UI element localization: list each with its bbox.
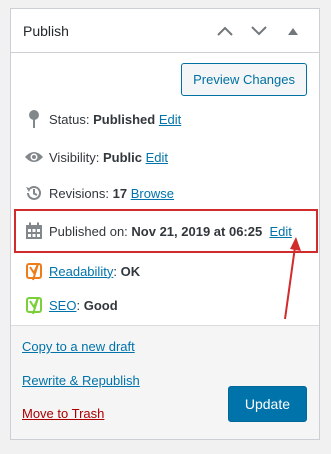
chevron-up-icon <box>217 26 233 36</box>
update-button[interactable]: Update <box>227 386 307 422</box>
move-up-button[interactable] <box>211 17 239 45</box>
yoast-icon <box>23 294 45 316</box>
eye-icon <box>23 146 45 168</box>
published-on-date: Nov 21, 2019 at 06:25 <box>131 223 263 239</box>
readability-score: OK <box>120 263 141 279</box>
preview-changes-button[interactable]: Preview Changes <box>181 63 307 96</box>
readability-row: Readability: OK <box>23 259 140 283</box>
pin-icon <box>23 108 45 130</box>
published-on-row: Published on: Nov 21, 2019 at 06:25 Edit <box>23 219 292 243</box>
revisions-browse-link[interactable]: Browse <box>131 186 174 201</box>
seo-link[interactable]: SEO <box>49 298 76 313</box>
triangle-up-icon <box>288 27 298 35</box>
major-publishing-actions: Copy to a new draft Rewrite & Republish … <box>11 325 319 439</box>
seo-sep: : <box>76 297 81 313</box>
visibility-edit-link[interactable]: Edit <box>146 150 168 165</box>
readability-sep: : <box>113 263 117 279</box>
panel-header-controls <box>211 17 307 45</box>
seo-score: Good <box>83 297 118 313</box>
revisions-label: Revisions: <box>49 185 109 201</box>
calendar-icon <box>23 220 45 242</box>
status-label: Status: <box>49 111 90 127</box>
publish-panel: Publish Preview Changes Status: Publishe… <box>10 8 320 440</box>
chevron-down-icon <box>251 25 267 35</box>
status-row: Status: Published Edit <box>23 107 181 131</box>
yoast-icon <box>23 260 45 282</box>
move-down-button[interactable] <box>245 17 273 45</box>
toggle-panel-button[interactable] <box>279 17 307 45</box>
status-value: Published <box>93 111 156 127</box>
panel-title: Publish <box>23 22 69 39</box>
publish-panel-header: Publish <box>11 9 319 53</box>
move-to-trash-link[interactable]: Move to Trash <box>22 406 104 421</box>
copy-to-new-draft-link[interactable]: Copy to a new draft <box>22 339 135 354</box>
revisions-row: Revisions: 17 Browse <box>23 181 174 205</box>
revisions-count: 17 <box>112 185 128 201</box>
readability-link[interactable]: Readability <box>49 264 113 279</box>
published-on-label: Published on: <box>49 223 128 239</box>
history-icon <box>23 182 45 204</box>
visibility-row: Visibility: Public Edit <box>23 145 168 169</box>
visibility-label: Visibility: <box>49 149 100 165</box>
status-edit-link[interactable]: Edit <box>159 112 181 127</box>
annotation-arrow-icon <box>284 237 301 320</box>
seo-row: SEO: Good <box>23 293 118 317</box>
preview-row: Preview Changes <box>181 63 307 96</box>
rewrite-republish-link[interactable]: Rewrite & Republish <box>22 373 140 388</box>
visibility-value: Public <box>102 149 142 165</box>
